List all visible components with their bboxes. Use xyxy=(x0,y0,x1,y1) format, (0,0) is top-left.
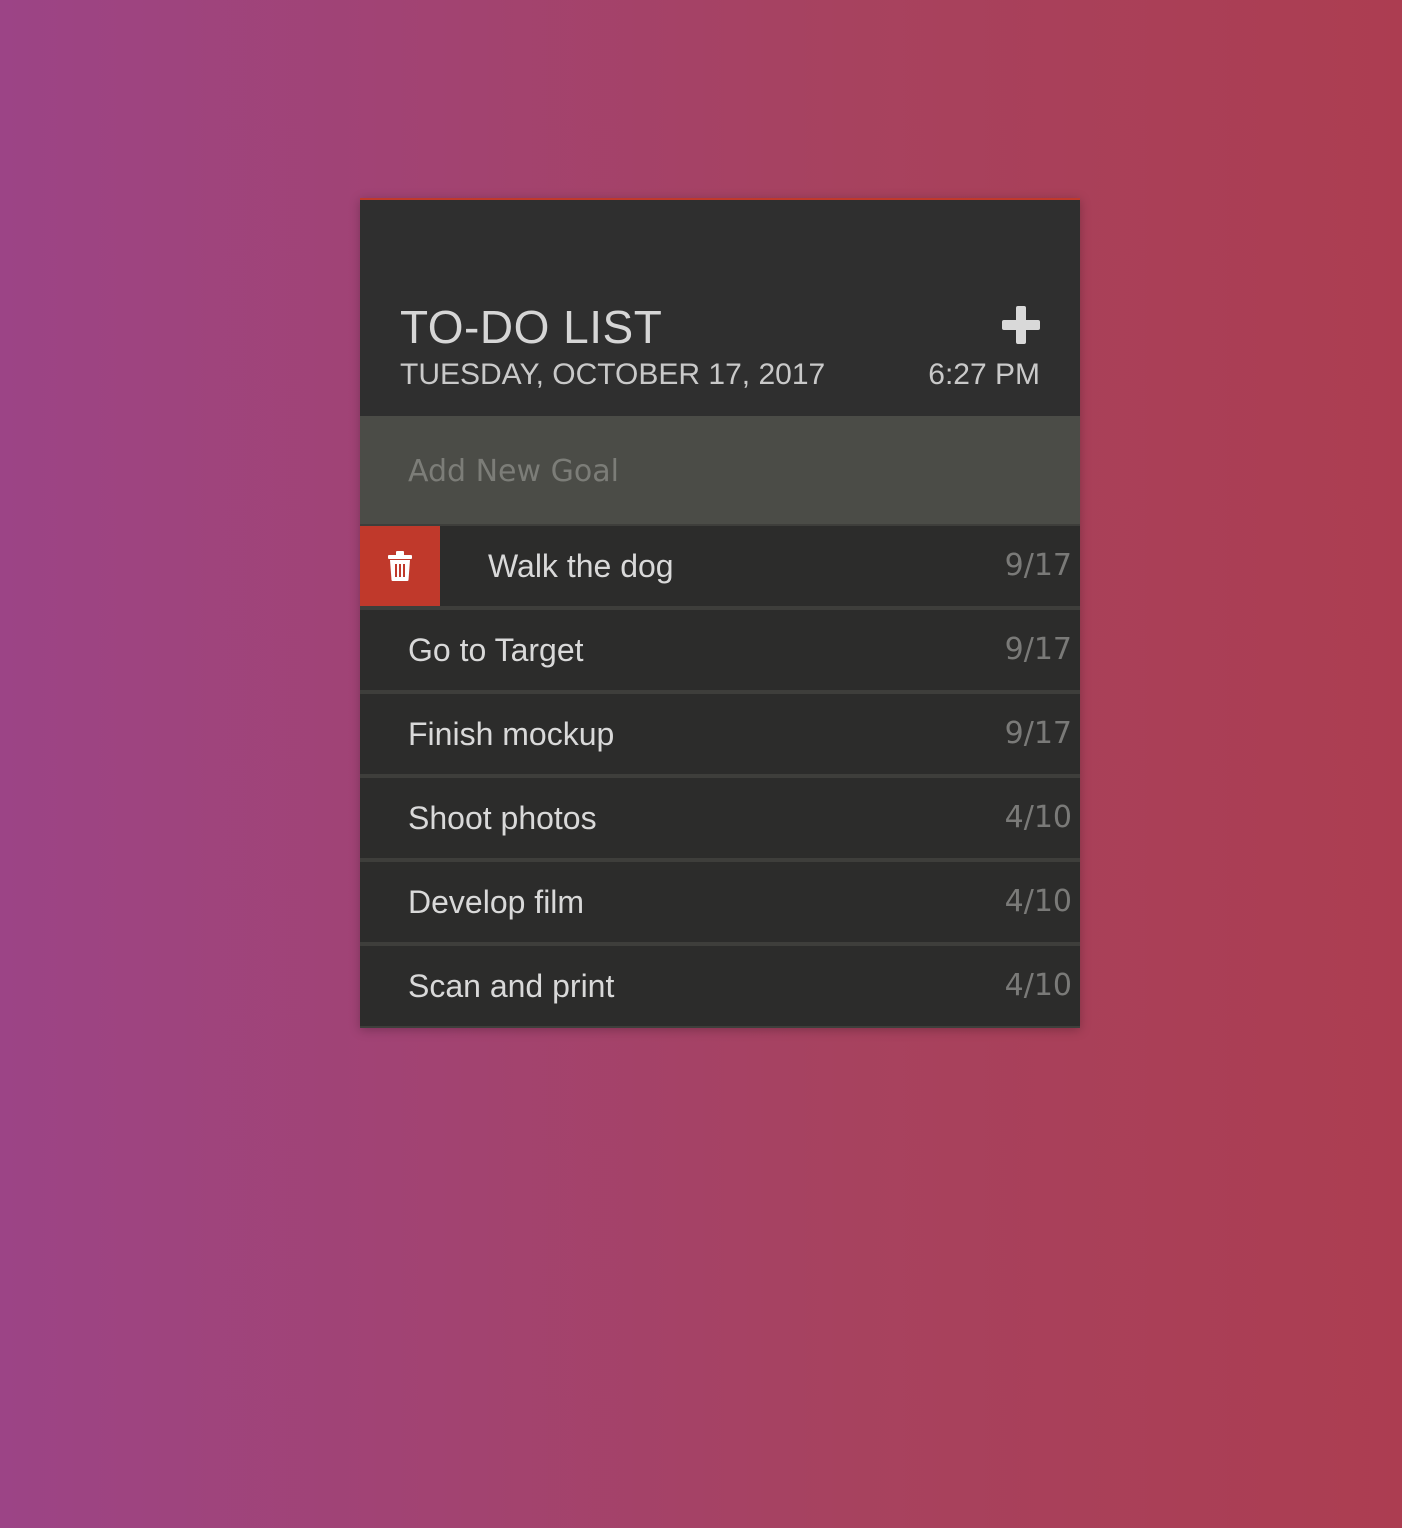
plus-icon[interactable] xyxy=(1002,306,1040,344)
todo-item-date: 4/10 xyxy=(1004,800,1072,835)
todo-item-label: Walk the dog xyxy=(488,548,674,584)
todo-list: Walk the dog 9/17 Go to Target 9/17 Fini… xyxy=(360,524,1080,1028)
todo-item-date: 4/10 xyxy=(1004,968,1072,1003)
todo-item-label: Go to Target xyxy=(408,632,584,668)
current-date: TUESDAY, OCTOBER 17, 2017 xyxy=(400,358,826,391)
todo-item-go-to-target[interactable]: Go to Target 9/17 xyxy=(360,608,1080,692)
todo-item-scan-and-print[interactable]: Scan and print 4/10 xyxy=(360,944,1080,1028)
todo-header: TO-DO LIST TUESDAY, OCTOBER 17, 2017 6:2… xyxy=(360,200,1080,416)
todo-item-label: Shoot photos xyxy=(408,800,597,836)
todo-item-label: Scan and print xyxy=(408,968,615,1004)
todo-item-walk-the-dog[interactable]: Walk the dog 9/17 xyxy=(360,524,1080,608)
todo-item-date: 9/17 xyxy=(1004,632,1072,667)
delete-button[interactable] xyxy=(360,526,440,606)
todo-item-shoot-photos[interactable]: Shoot photos 4/10 xyxy=(360,776,1080,860)
todo-item-develop-film[interactable]: Develop film 4/10 xyxy=(360,860,1080,944)
todo-item-date: 4/10 xyxy=(1004,884,1072,919)
trash-icon xyxy=(388,551,412,581)
todo-item-date: 9/17 xyxy=(1004,548,1072,583)
new-goal-input[interactable] xyxy=(406,444,1030,498)
new-goal-bar xyxy=(360,416,1080,524)
todo-item-label: Develop film xyxy=(408,884,585,920)
page-title: TO-DO LIST xyxy=(400,301,663,353)
todo-item-label: Finish mockup xyxy=(408,716,615,752)
current-time: 6:27 PM xyxy=(928,358,1040,391)
todo-card: TO-DO LIST TUESDAY, OCTOBER 17, 2017 6:2… xyxy=(360,198,1080,1028)
todo-item-date: 9/17 xyxy=(1004,716,1072,751)
todo-item-finish-mockup[interactable]: Finish mockup 9/17 xyxy=(360,692,1080,776)
